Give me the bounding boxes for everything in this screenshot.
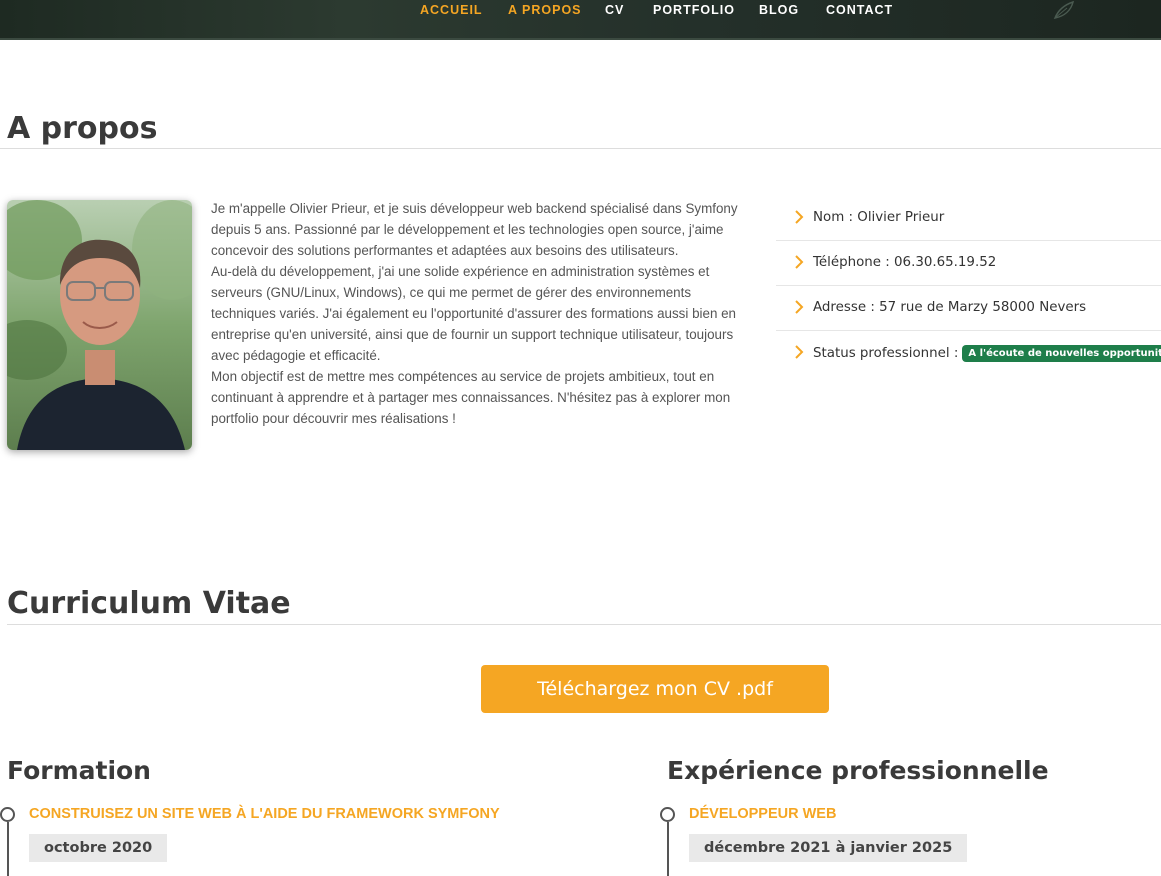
about-description: Je m'appelle Olivier Prieur, et je suis … xyxy=(211,198,756,429)
formation-item-title: Construisez un site web à l'aide du fram… xyxy=(29,806,500,822)
cv-title: Curriculum Vitae xyxy=(7,586,291,621)
nav-accueil[interactable]: ACCUEIL xyxy=(420,3,483,17)
chevron-right-icon xyxy=(795,255,804,269)
info-status: Status professionnel :A l'écoute de nouv… xyxy=(813,345,1161,362)
nav-cv[interactable]: CV xyxy=(605,3,624,17)
formation-item-date: octobre 2020 xyxy=(29,834,168,862)
personal-info-list: Nom : Olivier Prieur Téléphone : 06.30.6… xyxy=(776,196,1161,375)
status-badge: A l'écoute de nouvelles opportunités xyxy=(962,345,1161,362)
leaf-icon xyxy=(1053,0,1075,20)
about-divider xyxy=(0,148,1161,149)
experience-item-date: décembre 2021 à janvier 2025 xyxy=(689,834,968,862)
top-navbar: ACCUEIL A PROPOS CV PORTFOLIO BLOG CONTA… xyxy=(0,0,1161,40)
nav-blog[interactable]: BLOG xyxy=(759,3,799,17)
experience-title: Expérience professionnelle xyxy=(667,756,1049,785)
download-cv-button[interactable]: Téléchargez mon CV .pdf xyxy=(481,665,829,713)
formation-title: Formation xyxy=(7,756,151,785)
cv-divider xyxy=(7,624,1161,625)
chevron-right-icon xyxy=(795,300,804,314)
chevron-right-icon xyxy=(795,345,804,359)
info-row-status: Status professionnel :A l'écoute de nouv… xyxy=(776,331,1161,375)
info-name: Nom : Olivier Prieur xyxy=(813,210,945,225)
timeline-dot-icon xyxy=(660,807,675,822)
info-row-name: Nom : Olivier Prieur xyxy=(776,196,1161,241)
info-row-address: Adresse : 57 rue de Marzy 58000 Nevers xyxy=(776,286,1161,331)
info-status-label: Status professionnel : xyxy=(813,346,959,361)
experience-item-title: Développeur web xyxy=(689,806,837,822)
timeline-dot-icon xyxy=(0,807,15,822)
about-paragraph: Au-delà du développement, j'ai une solid… xyxy=(211,264,737,363)
profile-photo xyxy=(7,200,192,450)
info-row-phone: Téléphone : 06.30.65.19.52 xyxy=(776,241,1161,286)
nav-contact[interactable]: CONTACT xyxy=(826,3,893,17)
nav-menu: ACCUEIL A PROPOS CV PORTFOLIO BLOG CONTA… xyxy=(0,0,1161,22)
formation-timeline-line xyxy=(7,822,9,876)
about-paragraph: Mon objectif est de mettre mes compétenc… xyxy=(211,369,731,426)
info-address: Adresse : 57 rue de Marzy 58000 Nevers xyxy=(813,300,1087,315)
about-title: A propos xyxy=(7,111,158,146)
about-paragraph: Je m'appelle Olivier Prieur, et je suis … xyxy=(211,201,738,258)
nav-portfolio[interactable]: PORTFOLIO xyxy=(653,3,735,17)
experience-timeline-line xyxy=(667,822,669,876)
info-phone: Téléphone : 06.30.65.19.52 xyxy=(813,255,997,270)
nav-a-propos[interactable]: A PROPOS xyxy=(508,3,582,17)
chevron-right-icon xyxy=(795,210,804,224)
